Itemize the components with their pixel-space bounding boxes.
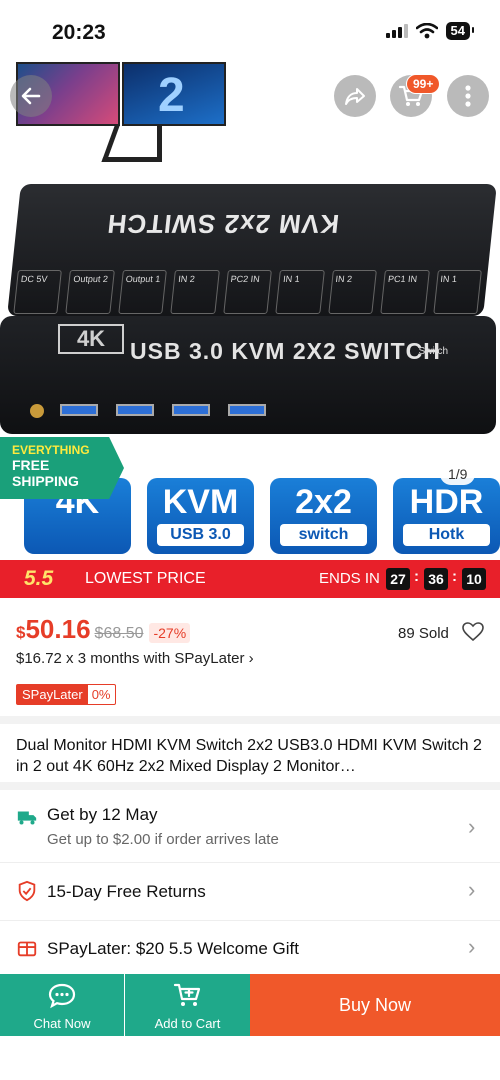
original-price: $68.50 [94,625,144,642]
spaylater-gift-row[interactable]: SPayLater: $20 5.5 Welcome Gift › [0,921,500,977]
share-icon [345,88,365,105]
installment-link[interactable]: $16.72 x 3 months with SPayLater › [16,650,254,667]
flash-sale-banner[interactable]: 5.5 LOWEST PRICE ENDS IN 27 : 36 : 10 [0,560,500,598]
free-shipping-badge: EVERYTHING FREE SHIPPING [0,437,124,499]
kvm-front-title: USB 3.0 KVM 2X2 SWITCH [130,338,441,364]
chevron-right-icon: › [468,814,476,839]
delivery-truck-icon [17,811,37,825]
current-price: 50.16 [25,614,91,644]
share-button[interactable] [334,75,376,117]
kvm-device-top: KVM 2x2 SWITCH DC 5V Output 2 Output 1 I… [7,184,497,316]
sold-count: 89 Sold [398,625,449,642]
feature-hdr: HDR Hotk [393,478,500,554]
product-title: Dual Monitor HDMI KVM Switch 2x2 USB3.0 … [16,737,482,775]
delivery-guarantee: Get up to $2.00 if order arrives late [47,831,279,848]
signal-icon [385,24,408,38]
promo-label: LOWEST PRICE [85,570,206,587]
returns-row[interactable]: 15-Day Free Returns › [0,863,500,919]
price-block: $ 50.16 $68.50 -27% [16,614,191,645]
discount-badge: -27% [149,623,191,643]
section-separator [0,716,500,724]
timer-hours: 27 [386,568,410,590]
gift-icon [17,941,37,957]
4k-badge: 4K [58,324,124,354]
kvm-top-label: KVM 2x2 SWITCH [105,209,341,239]
timer-minutes: 36 [424,568,448,590]
usb-ports [60,404,266,416]
section-separator [0,782,500,790]
monitor-right: 2 [122,62,226,126]
monitors-illustration: 2 [16,60,226,170]
wishlist-button[interactable] [462,622,484,647]
status-icons: 54 [385,22,475,40]
switch-label: Switch [418,346,448,357]
chat-now-button[interactable]: Chat Now [0,974,124,1036]
buy-now-button[interactable]: Buy Now [250,974,500,1036]
heart-icon [462,622,484,642]
more-options-button[interactable] [447,75,489,117]
cart-count-badge: 99+ [406,74,441,94]
kvm-ports: DC 5V Output 2 Output 1 IN 2 PC2 IN IN 1… [13,270,482,314]
delivery-row[interactable]: Get by 12 May Get up to $2.00 if order a… [0,796,500,856]
kvm-device-front: 4K USB 3.0 KVM 2X2 SWITCH Switch [0,316,496,434]
chevron-right-icon: › [468,877,476,902]
arrow-left-icon [21,87,41,105]
feature-2x2: 2x2 switch [270,478,377,554]
audio-jack [30,404,44,418]
status-bar: 20:23 54 [0,0,500,60]
chat-icon [48,983,76,1009]
image-counter: 1/9 [440,463,476,485]
ends-in-label: ENDS IN [319,570,380,587]
currency-symbol: $ [16,623,26,642]
returns-label: 15-Day Free Returns [47,882,206,901]
cart-plus-icon [173,983,200,1006]
chevron-right-icon: › [468,934,476,959]
battery-indicator: 54 [445,22,475,40]
spaylater-tag: SPayLater 0% [16,684,116,705]
back-button[interactable] [10,75,52,117]
feature-kvm: KVM USB 3.0 [147,478,254,554]
timer-seconds: 10 [462,568,486,590]
promo-badge: 5.5 [24,567,54,590]
wifi-icon [415,23,438,39]
status-time: 20:23 [52,21,106,44]
add-to-cart-button[interactable]: Add to Cart [125,974,250,1036]
spaylater-gift-label: SPayLater: $20 5.5 Welcome Gift [47,939,299,958]
shield-icon [18,880,36,902]
more-vertical-icon [465,85,471,107]
delivery-date: Get by 12 May [47,805,158,824]
bottom-action-bar: Chat Now Add to Cart Buy Now [0,974,500,1036]
